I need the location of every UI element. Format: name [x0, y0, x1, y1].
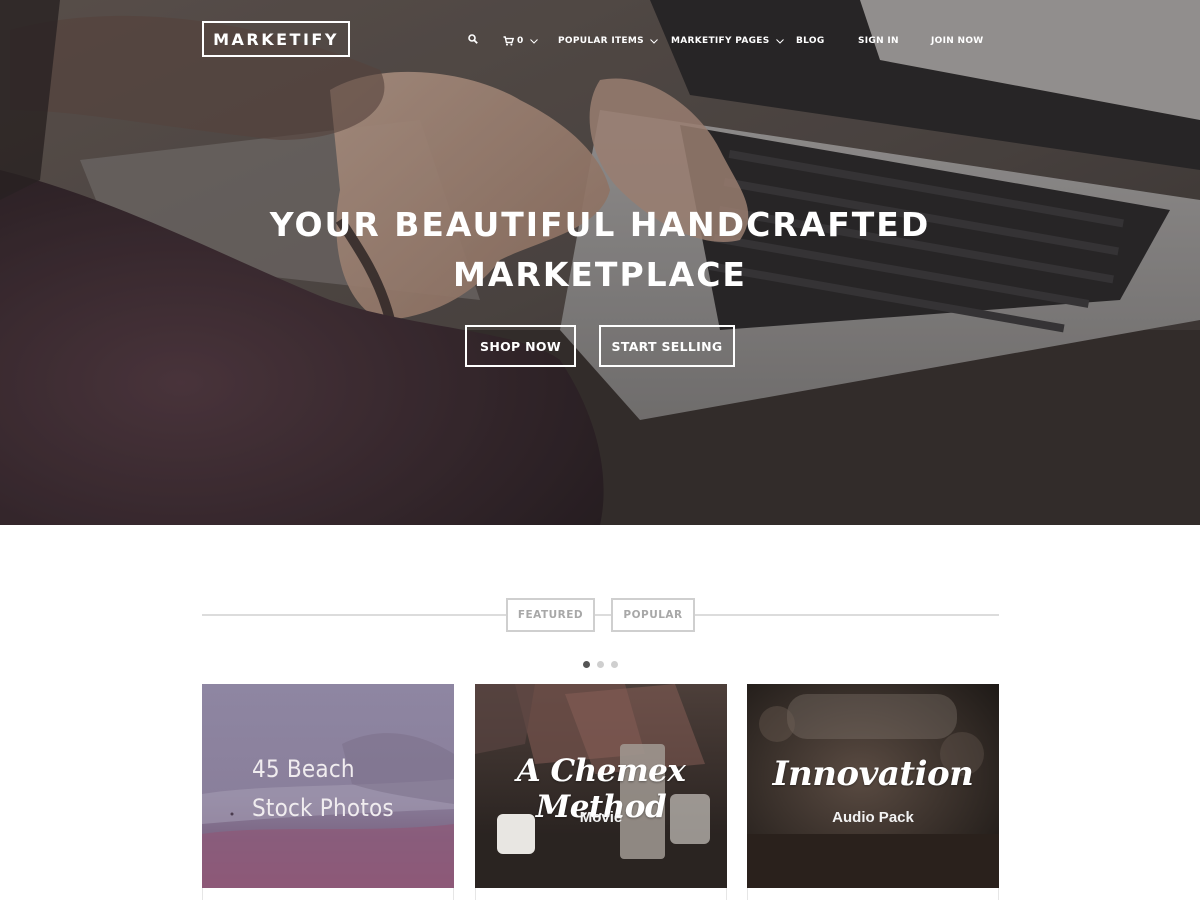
chevron-down-icon [775, 38, 784, 44]
product-card-beach-photos[interactable]: 45 Beach Stock Photos [202, 684, 454, 888]
tab-featured[interactable]: FEATURED [506, 598, 595, 632]
cart-count: 0 [517, 36, 524, 46]
cart-icon [503, 36, 514, 46]
hero-title-line-2: MARKETPLACE [453, 255, 747, 294]
slider-dot-1[interactable] [583, 661, 590, 668]
cart-button[interactable]: 0 [503, 34, 538, 48]
nav-item-blog[interactable]: BLOG [796, 34, 825, 48]
nav-item-popular-items[interactable]: POPULAR ITEMS [558, 34, 658, 48]
nav-item-label: JOIN NOW [931, 36, 984, 46]
chevron-down-icon [529, 38, 538, 44]
nav-item-label: MARKETIFY PAGES [671, 36, 770, 46]
nav-item-label: SIGN IN [858, 36, 899, 46]
slider-dot-3[interactable] [611, 661, 618, 668]
chevron-down-icon [650, 38, 658, 44]
product-card-footer [475, 888, 727, 900]
tab-popular[interactable]: POPULAR [611, 598, 695, 632]
search-button[interactable] [468, 34, 478, 44]
search-icon [468, 34, 478, 44]
product-card-footer [202, 888, 454, 900]
start-selling-button[interactable]: START SELLING [599, 325, 735, 367]
product-card-footer [747, 888, 999, 900]
product-subtitle: Audio Pack [832, 809, 914, 826]
product-title: Innovation [772, 754, 974, 794]
product-card-chemex-method[interactable]: A Chemex Method Movie [475, 684, 727, 888]
nav-item-sign-in[interactable]: SIGN IN [858, 34, 899, 48]
product-title: 45 Beach Stock Photos [252, 750, 394, 828]
tabs-divider-line [202, 614, 999, 616]
nav-item-marketify-pages[interactable]: MARKETIFY PAGES [671, 34, 784, 48]
slider-pagination [583, 661, 618, 668]
hero-title: YOUR BEAUTIFUL HANDCRAFTED MARKETPLACE [0, 200, 1200, 300]
hero-title-line-1: YOUR BEAUTIFUL HANDCRAFTED [269, 205, 931, 244]
site-logo[interactable]: MARKETIFY [202, 21, 350, 57]
nav-item-join-now[interactable]: JOIN NOW [931, 34, 984, 48]
product-subtitle: Movie [579, 809, 623, 826]
shop-now-button[interactable]: SHOP NOW [465, 325, 576, 367]
nav-item-label: POPULAR ITEMS [558, 36, 644, 46]
nav-item-label: BLOG [796, 36, 825, 46]
product-title-line-2: Stock Photos [252, 794, 394, 822]
product-title-line-1: 45 Beach [252, 755, 355, 783]
slider-dot-2[interactable] [597, 661, 604, 668]
product-card-innovation[interactable]: Innovation Audio Pack [747, 684, 999, 888]
hero-section: MARKETIFY 0 POPULAR ITEMS MARKETIFY PAGE… [0, 0, 1200, 525]
